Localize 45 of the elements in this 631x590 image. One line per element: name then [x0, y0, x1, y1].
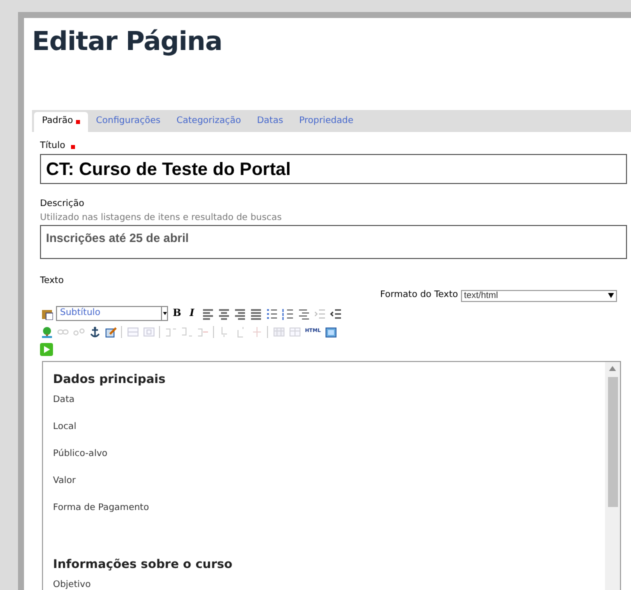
tab[interactable]: Propriedade	[291, 112, 362, 132]
anchor-icon[interactable]	[88, 325, 101, 338]
field-label: Texto	[40, 275, 64, 288]
align-left-icon[interactable]	[201, 307, 214, 320]
dropdown-arrow-icon	[161, 307, 167, 320]
align-center-icon[interactable]	[217, 307, 230, 320]
page-title: Editar Página	[32, 26, 222, 59]
title-field[interactable]: CT: Curso de Teste do Portal	[40, 154, 627, 184]
justify-icon[interactable]	[249, 307, 262, 320]
editor-heading: Dados principais	[53, 370, 166, 388]
paste-icon[interactable]	[40, 307, 53, 320]
numbered-list-icon[interactable]	[281, 307, 294, 320]
play-icon[interactable]	[40, 343, 53, 356]
italic-button[interactable]: I	[186, 306, 198, 320]
editor-paragraph: Data	[53, 394, 74, 406]
style-select[interactable]: Subtítulo	[56, 306, 168, 321]
tab[interactable]: Padrão	[34, 112, 88, 132]
dropdown-arrow-icon	[608, 293, 614, 298]
editor-paragraph: Valor	[53, 474, 76, 488]
field-label: Formato do Texto	[380, 288, 458, 302]
format-select[interactable]: text/html	[461, 290, 617, 302]
editor-heading: Informações sobre o curso	[53, 556, 232, 572]
bullet-list-icon[interactable]	[265, 307, 278, 320]
tree-picture-icon[interactable]	[40, 325, 53, 338]
field-label: Título	[40, 140, 66, 154]
field-hint: Utilizado nas listagens de itens e resultado de buscas	[40, 212, 282, 224]
tab[interactable]: Categorização	[168, 112, 249, 132]
editor-paragraph: Público-alvo	[53, 448, 108, 460]
editor-paragraph: Objetivo	[53, 578, 91, 590]
scrollbar-thumb[interactable]	[608, 376, 618, 506]
tab[interactable]: Configurações	[88, 112, 168, 132]
indent-icon[interactable]	[329, 307, 342, 320]
scroll-up-icon[interactable]	[609, 366, 616, 370]
field-label: Descrição	[40, 198, 84, 211]
description-field[interactable]: Inscrições até 25 de abril	[40, 225, 627, 259]
editor-area[interactable]: Dados principais Data Local Público-alvo Valor Forma de Pagamento Informações sobre o curso Objetivo	[42, 360, 621, 590]
window-icon[interactable]	[324, 325, 338, 338]
scrollbar[interactable]	[605, 362, 620, 590]
align-right-icon[interactable]	[233, 307, 246, 320]
editor-paragraph: Local	[53, 420, 76, 434]
definition-list-icon[interactable]	[297, 307, 310, 320]
bold-button[interactable]: B	[171, 306, 183, 320]
tab[interactable]: Datas	[248, 112, 292, 132]
edit-icon[interactable]	[104, 325, 117, 338]
editor-paragraph: Forma de Pagamento	[53, 502, 149, 514]
